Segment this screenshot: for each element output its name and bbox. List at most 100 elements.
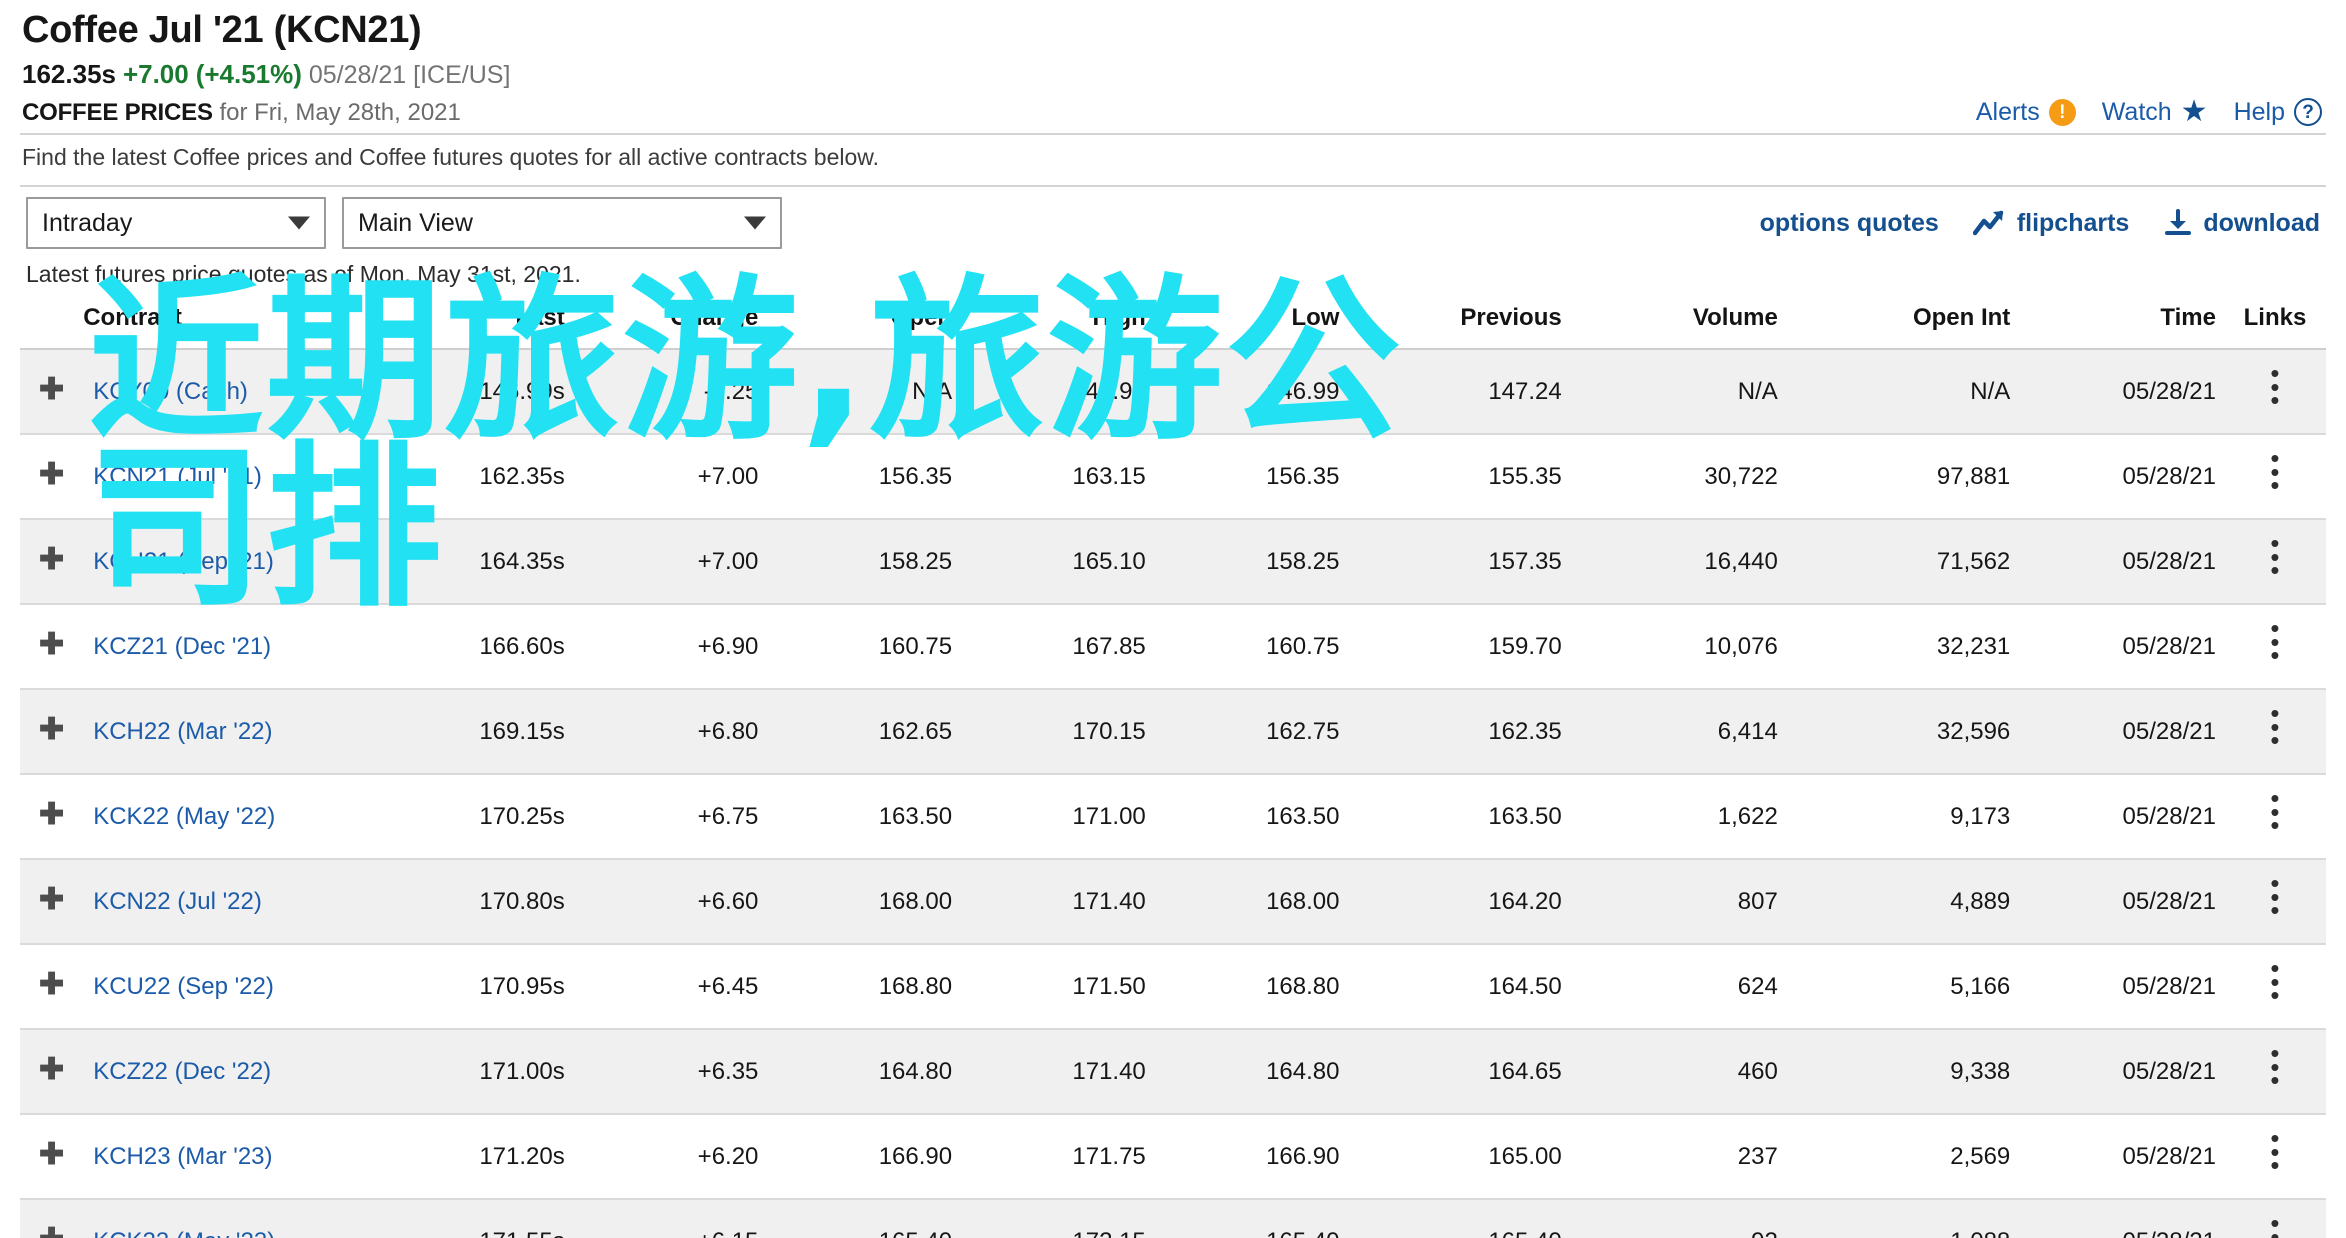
column-expand	[20, 304, 84, 351]
contract-link[interactable]: KCZ21 (Dec '21)	[93, 633, 271, 660]
contract-cell: KCU21 (Sep '21)	[83, 519, 390, 606]
table-body: ✚ KCY00 (Cash) 146.99s -0.25 N/A 146.99 146.99…	[20, 349, 2326, 1238]
alerts-label: Alerts	[1975, 97, 2040, 126]
question-circle-icon: ?	[2294, 98, 2322, 127]
plus-icon[interactable]: ✚	[39, 629, 64, 659]
low-cell: 146.99	[1163, 349, 1358, 436]
plus-icon[interactable]: ✚	[39, 374, 64, 404]
more-options-icon[interactable]: •••	[2270, 1041, 2279, 1093]
links-cell: •••	[2223, 1029, 2326, 1116]
plus-icon[interactable]: ✚	[39, 884, 64, 914]
contract-link[interactable]: KCN22 (Jul '22)	[93, 888, 262, 915]
download-link[interactable]: download	[2163, 209, 2320, 238]
expand-row-cell: ✚	[20, 1114, 84, 1201]
contract-cell: KCK22 (May '22)	[83, 774, 390, 861]
column-last[interactable]: Last	[389, 304, 583, 351]
plus-icon[interactable]: ✚	[39, 1054, 64, 1084]
volume-cell: 6,414	[1581, 689, 1796, 776]
contract-link[interactable]: KCY00 (Cash)	[93, 378, 248, 405]
time-cell: 05/28/21	[2030, 689, 2224, 776]
high-cell: 163.15	[970, 434, 1164, 521]
contract-link[interactable]: KCU21 (Sep '21)	[93, 548, 274, 575]
more-options-icon[interactable]: •••	[2270, 701, 2279, 753]
contract-link[interactable]: KCZ22 (Dec '22)	[93, 1058, 271, 1085]
alerts-link[interactable]: Alerts !	[1976, 98, 2076, 127]
more-options-icon[interactable]: •••	[2270, 1126, 2279, 1178]
previous-cell: 147.24	[1357, 349, 1582, 436]
contract-link[interactable]: KCH23 (Mar '23)	[93, 1143, 272, 1170]
column-high[interactable]: High	[970, 304, 1164, 351]
more-options-icon[interactable]: •••	[2270, 531, 2279, 583]
expand-row-cell: ✚	[20, 434, 84, 521]
layout-value: Main View	[358, 208, 473, 237]
expand-row-cell: ✚	[20, 604, 84, 691]
change-cell: +6.90	[582, 604, 777, 691]
plus-icon[interactable]: ✚	[39, 799, 64, 829]
contract-link[interactable]: KCH22 (Mar '22)	[93, 718, 272, 745]
flipcharts-link[interactable]: flipcharts	[1972, 209, 2129, 238]
previous-cell: 165.40	[1357, 1199, 1582, 1238]
download-label: download	[2203, 208, 2320, 237]
help-link[interactable]: Help ?	[2234, 98, 2322, 127]
high-cell: 171.40	[970, 1029, 1164, 1116]
expand-row-cell: ✚	[20, 349, 84, 436]
column-previous[interactable]: Previous	[1357, 304, 1582, 351]
links-cell: •••	[2223, 519, 2326, 606]
table-row: ✚ KCH22 (Mar '22) 169.15s +6.80 162.65 170.15…	[20, 689, 2326, 776]
open-int-cell: N/A	[1795, 349, 2031, 436]
more-options-icon[interactable]: •••	[2270, 1211, 2279, 1238]
table-row: ✚ KCK22 (May '22) 170.25s +6.75 163.50 171.00…	[20, 774, 2326, 861]
contract-cell: KCH22 (Mar '22)	[83, 689, 390, 776]
more-options-icon[interactable]: •••	[2270, 361, 2279, 413]
contract-link[interactable]: KCK22 (May '22)	[93, 803, 275, 830]
contract-link[interactable]: KCK23 (May '23)	[93, 1228, 275, 1238]
toolbar-actions: options quotes flipcharts download	[1760, 209, 2326, 238]
contract-link[interactable]: KCN21 (Jul '21)	[93, 463, 262, 490]
column-volume[interactable]: Volume	[1581, 304, 1796, 351]
volume-cell: 624	[1581, 944, 1796, 1031]
high-cell: 171.50	[970, 944, 1164, 1031]
plus-icon[interactable]: ✚	[39, 459, 64, 489]
quote-exchange: [ICE/US]	[413, 60, 511, 89]
time-cell: 05/28/21	[2030, 1199, 2224, 1238]
last-cell: 170.25s	[389, 774, 583, 861]
open-cell: 158.25	[776, 519, 971, 606]
table-row: ✚ KCN21 (Jul '21) 162.35s +7.00 156.35 163.15…	[20, 434, 2326, 521]
column-open[interactable]: Open	[776, 304, 971, 351]
last-cell: 164.35s	[389, 519, 583, 606]
volume-cell: 1,622	[1581, 774, 1796, 861]
links-cell: •••	[2223, 689, 2326, 776]
contract-link[interactable]: KCU22 (Sep '22)	[93, 973, 274, 1000]
column-change[interactable]: Change	[582, 304, 777, 351]
open-int-cell: 5,166	[1795, 944, 2031, 1031]
low-cell: 164.80	[1163, 1029, 1358, 1116]
toolbar-selects: Intraday Main View	[20, 197, 782, 250]
contract-cell: KCN21 (Jul '21)	[83, 434, 390, 521]
previous-cell: 162.35	[1357, 689, 1582, 776]
more-options-icon[interactable]: •••	[2270, 786, 2279, 838]
column-low[interactable]: Low	[1163, 304, 1358, 351]
more-options-icon[interactable]: •••	[2270, 616, 2279, 668]
high-cell: 171.75	[970, 1114, 1164, 1201]
plus-icon[interactable]: ✚	[39, 1139, 64, 1169]
more-options-icon[interactable]: •••	[2270, 956, 2279, 1008]
plus-icon[interactable]: ✚	[39, 1224, 64, 1238]
column-contract[interactable]: Contract	[83, 304, 390, 351]
plus-icon[interactable]: ✚	[39, 544, 64, 574]
section-date: for Fri, May 28th, 2021	[219, 99, 461, 127]
column-open-int[interactable]: Open Int	[1795, 304, 2031, 351]
options-quotes-link[interactable]: options quotes	[1760, 209, 1939, 238]
watch-link[interactable]: Watch ★	[2102, 97, 2208, 127]
plus-icon[interactable]: ✚	[39, 969, 64, 999]
previous-cell: 159.70	[1357, 604, 1582, 691]
plus-icon[interactable]: ✚	[39, 714, 64, 744]
layout-select[interactable]: Main View	[342, 197, 782, 250]
more-options-icon[interactable]: •••	[2270, 446, 2279, 498]
futures-quotes-table: Contract Last Change Open High Low Previ…	[20, 304, 2326, 1238]
more-options-icon[interactable]: •••	[2270, 871, 2279, 923]
view-type-select[interactable]: Intraday	[26, 197, 326, 250]
open-int-cell: 2,569	[1795, 1114, 2031, 1201]
time-cell: 05/28/21	[2030, 774, 2224, 861]
expand-row-cell: ✚	[20, 689, 84, 776]
column-time[interactable]: Time	[2030, 304, 2224, 351]
